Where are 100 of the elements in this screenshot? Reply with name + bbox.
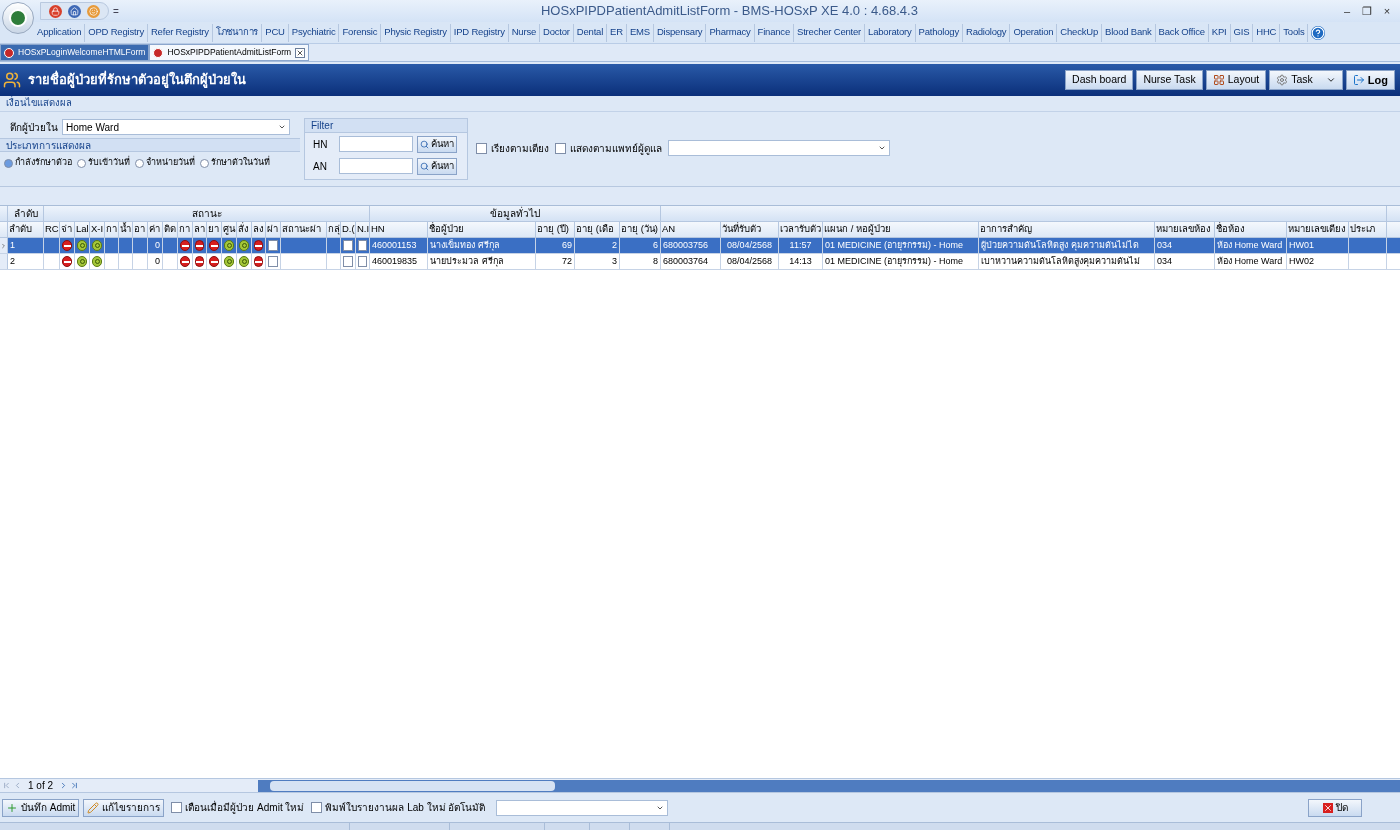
last-page-icon[interactable]: [70, 781, 80, 790]
column-header[interactable]: กา: [105, 222, 119, 237]
input-field[interactable]: [339, 158, 413, 174]
menu-item[interactable]: Physic Registry: [381, 23, 451, 42]
row-selector[interactable]: [0, 238, 8, 253]
home-icon[interactable]: [68, 4, 81, 18]
menu-item[interactable]: Tools: [1280, 23, 1309, 42]
toolbar-button[interactable]: Log: [1345, 70, 1395, 90]
menu-item[interactable]: Nurse: [508, 23, 541, 42]
radio-button[interactable]: รับเข้าวันที่: [77, 156, 130, 170]
column-header[interactable]: D.(: [341, 222, 356, 237]
menu-item[interactable]: HHC: [1253, 23, 1281, 42]
document-tab[interactable]: HOSxPLoginWelcomeHTMLForm: [0, 44, 150, 61]
column-header[interactable]: เวลารับตัว: [779, 222, 823, 237]
column-header[interactable]: อายุ (ปี): [536, 222, 575, 237]
menu-item[interactable]: GIS: [1230, 23, 1254, 42]
checkbox[interactable]: [171, 802, 183, 813]
toolbar-button[interactable]: Task: [1269, 70, 1343, 90]
menu-item[interactable]: โภชนาการ: [212, 23, 263, 42]
column-header[interactable]: ลำดับ: [8, 222, 44, 237]
checkbox[interactable]: [311, 802, 323, 813]
menu-item[interactable]: Laboratory: [865, 23, 916, 42]
radio-button[interactable]: กำลังรักษาตัวอ: [4, 156, 72, 170]
window-control[interactable]: –: [1340, 2, 1354, 20]
column-header[interactable]: จ่า: [60, 222, 75, 237]
previous-page-icon[interactable]: [13, 781, 22, 790]
menu-item[interactable]: Finance: [754, 23, 794, 42]
radio-button[interactable]: จำหน่ายวันที่: [135, 156, 195, 170]
checkbox[interactable]: [268, 240, 278, 251]
radio-button[interactable]: รักษาตัวในวันที่: [200, 156, 270, 170]
column-header[interactable]: แผนก / หอผู้ป่วย: [823, 222, 979, 237]
menu-item[interactable]: Doctor: [540, 23, 574, 42]
column-header[interactable]: RC: [44, 222, 60, 237]
window-control[interactable]: ❐: [1360, 2, 1374, 20]
menu-item[interactable]: Refer Registry: [147, 23, 213, 42]
ward-dropdown[interactable]: Home Ward: [62, 119, 290, 135]
action-button[interactable]: บันทึก Admit: [2, 798, 80, 817]
table-row[interactable]: 1 0 460001153 นางเข็มทอง ศรีกุล 69 2 6 680003756 08/04/2568 11:57 01 MEDICINE (อายุรกรรม) - Home ผู้ป่วยความดันโลหิตสูง คุมความดันไม่ได 034 ห้อง Home Ward HW01: [0, 238, 1400, 254]
menu-item[interactable]: Application: [34, 23, 86, 42]
menu-item[interactable]: Dental: [573, 23, 608, 42]
help-icon[interactable]: [1311, 25, 1326, 40]
column-header[interactable]: HN: [370, 222, 428, 237]
column-header[interactable]: ผ่า: [266, 222, 281, 237]
doctor-dropdown[interactable]: [668, 140, 890, 156]
table-row[interactable]: 2 0 460019835 นายประมวล ศรีกุล 72 3 8 680003764 08/04/2568 14:13 01 MEDICINE (อายุรกรรม) - Home เบาหวานความดันโลหิตสูงคุมความดันไม่ 034 ห้อง Home Ward HW02: [0, 254, 1400, 270]
window-control[interactable]: ×: [1380, 2, 1394, 20]
toolbar-button[interactable]: Dash board: [1065, 70, 1134, 90]
action-button[interactable]: แก้ไขรายการ: [83, 798, 165, 817]
column-header[interactable]: กา: [178, 222, 193, 237]
menu-item[interactable]: Back Office: [1155, 23, 1209, 42]
checkbox[interactable]: [476, 142, 487, 154]
column-header[interactable]: Lal: [75, 222, 90, 237]
column-header[interactable]: ชื่อผู้ป่วย: [428, 222, 536, 237]
column-header[interactable]: สั่ง: [237, 222, 252, 237]
menu-item[interactable]: Psychiatric: [288, 23, 340, 42]
column-header[interactable]: น้ำ: [119, 222, 133, 237]
checkbox[interactable]: [358, 240, 367, 251]
column-header[interactable]: กลุ่: [327, 222, 341, 237]
checkbox[interactable]: [343, 240, 353, 251]
column-header[interactable]: หมายเลขห้อง: [1155, 222, 1215, 237]
search-button[interactable]: ค้นหา: [417, 135, 457, 153]
column-header[interactable]: อาการสำคัญ: [979, 222, 1155, 237]
dropdown[interactable]: [495, 799, 668, 816]
input-field[interactable]: [339, 136, 413, 152]
column-header[interactable]: สถานะผ่า: [281, 222, 327, 237]
column-header[interactable]: อายุ (เดือ: [575, 222, 620, 237]
quick-access-menu[interactable]: =: [113, 3, 119, 19]
menu-item[interactable]: CheckUp: [1057, 23, 1102, 42]
search-button[interactable]: ค้นหา: [417, 157, 457, 175]
checkbox[interactable]: [268, 256, 278, 267]
document-tab[interactable]: HOSxPIPDPatientAdmitListForm: [149, 44, 310, 61]
column-header[interactable]: ลา: [193, 222, 207, 237]
app-logo[interactable]: [2, 2, 34, 34]
column-header[interactable]: ค่า: [148, 222, 163, 237]
face-icon[interactable]: [87, 4, 100, 18]
close-icon[interactable]: [295, 47, 306, 58]
column-header[interactable]: ศูน: [222, 222, 237, 237]
close-button[interactable]: ปิด: [1308, 798, 1362, 817]
checkbox[interactable]: [555, 142, 566, 154]
menu-item[interactable]: PCU: [262, 23, 289, 42]
toolbar-button[interactable]: Nurse Task: [1136, 70, 1203, 90]
menu-item[interactable]: Radiology: [962, 23, 1011, 42]
menu-item[interactable]: Operation: [1010, 23, 1058, 42]
menu-item[interactable]: Blood Bank: [1102, 23, 1156, 42]
checkbox[interactable]: [358, 256, 367, 267]
menu-item[interactable]: Forensic: [339, 23, 382, 42]
column-header[interactable]: ยา: [207, 222, 222, 237]
column-header[interactable]: ติด: [163, 222, 178, 237]
column-header[interactable]: อายุ (วัน): [620, 222, 661, 237]
checkbox[interactable]: [343, 256, 353, 267]
menu-item[interactable]: Pathology: [915, 23, 963, 42]
horizontal-scrollbar[interactable]: [258, 779, 1400, 792]
toolbar-button[interactable]: Layout: [1205, 70, 1267, 90]
lock-icon[interactable]: [49, 4, 62, 18]
menu-item[interactable]: ER: [607, 23, 627, 42]
menu-item[interactable]: EMS: [626, 23, 654, 42]
first-page-icon[interactable]: [2, 781, 11, 790]
column-header[interactable]: หมายเลขเตียง: [1287, 222, 1349, 237]
column-header[interactable]: ชื่อห้อง: [1215, 222, 1287, 237]
menu-item[interactable]: KPI: [1208, 23, 1231, 42]
